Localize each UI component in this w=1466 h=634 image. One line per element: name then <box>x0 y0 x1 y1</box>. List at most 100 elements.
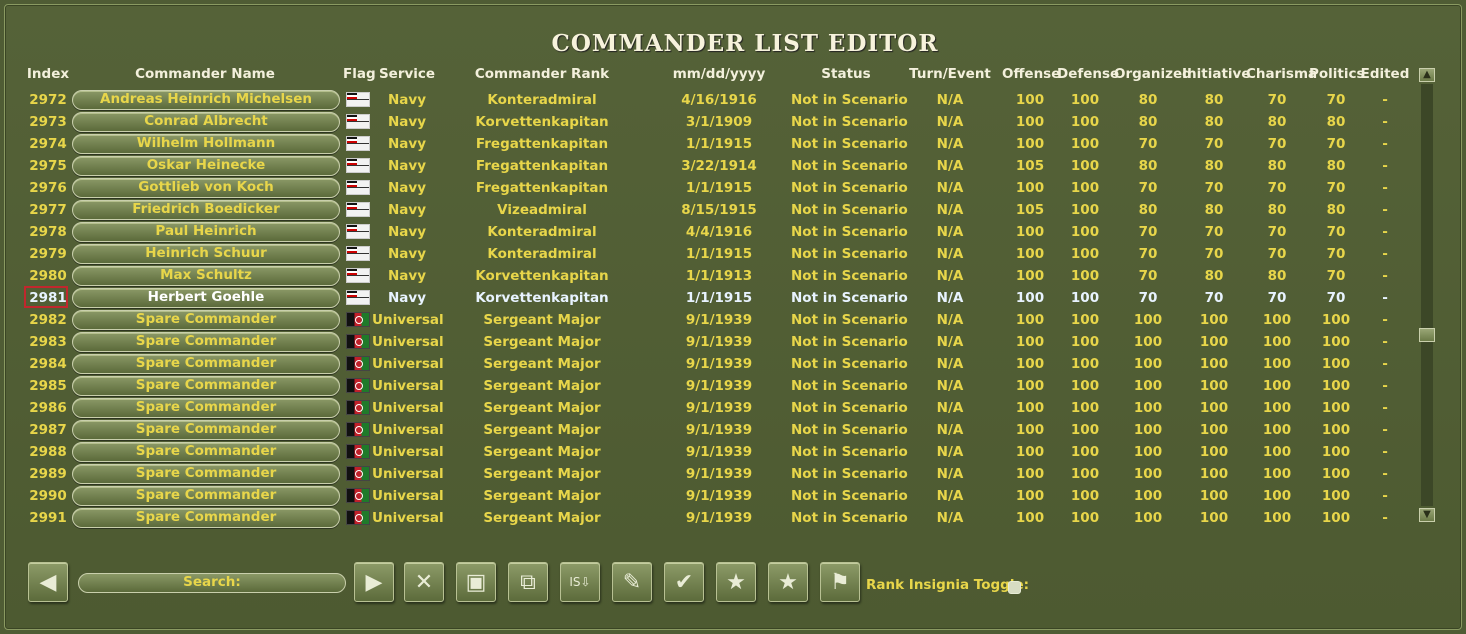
afghanistan-flag-icon <box>346 422 370 437</box>
is-arrow-icon: IS⇩ <box>569 575 591 589</box>
commander-name-button[interactable]: Wilhelm Hollmann <box>72 134 340 154</box>
afghanistan-flag-icon <box>346 444 370 459</box>
commander-name-button[interactable]: Spare Commander <box>72 376 340 396</box>
star-left-button[interactable]: ★ <box>768 562 808 602</box>
table-row[interactable]: 2989 Spare Commander Universal Sergeant Maj… <box>0 463 1420 485</box>
cell-service: Universal <box>372 356 444 372</box>
header-defense[interactable]: Defense <box>1057 66 1119 84</box>
table-row[interactable]: 2982 Spare Commander Universal Sergeant Maj… <box>0 309 1420 331</box>
commander-name-button[interactable]: Oskar Heinecke <box>72 156 340 176</box>
table-row[interactable]: 2990 Spare Commander Universal Sergeant Maj… <box>0 485 1420 507</box>
cell-offense: 100 <box>1015 400 1045 416</box>
cell-rank: Sergeant Major <box>483 312 601 328</box>
scrollbar[interactable]: ▲ ▼ <box>1419 68 1435 522</box>
commander-name-button[interactable]: Conrad Albrecht <box>72 112 340 132</box>
commander-name-button[interactable]: Paul Heinrich <box>72 222 340 242</box>
scroll-down-icon[interactable]: ▼ <box>1419 508 1435 522</box>
scroll-thumb[interactable] <box>1419 328 1435 342</box>
table-row[interactable]: 2988 Spare Commander Universal Sergeant Maj… <box>0 441 1420 463</box>
commander-name-button[interactable]: Gottlieb von Koch <box>72 178 340 198</box>
cell-initiative: 100 <box>1199 312 1229 328</box>
cell-index: 2981 <box>29 290 67 306</box>
commander-name-button[interactable]: Friedrich Boedicker <box>72 200 340 220</box>
rank-insignia-checkbox[interactable] <box>1008 581 1021 594</box>
commander-name-button[interactable]: Andreas Heinrich Michelsen <box>72 90 340 110</box>
table-row[interactable]: 2974 Wilhelm Hollmann Navy Fregattenkapitan… <box>0 133 1420 155</box>
commander-name-button[interactable]: Spare Commander <box>72 486 340 506</box>
commander-name-button[interactable]: Spare Commander <box>72 442 340 462</box>
cell-edited: - <box>1382 92 1388 108</box>
header-status[interactable]: Status <box>791 66 901 84</box>
cell-defense: 100 <box>1070 400 1100 416</box>
table-row[interactable]: 2983 Spare Commander Universal Sergeant Maj… <box>0 331 1420 353</box>
header-flag[interactable]: Flag <box>343 66 376 84</box>
table-row[interactable]: 2991 Spare Commander Universal Sergeant Maj… <box>0 507 1420 529</box>
table-row[interactable]: 2987 Spare Commander Universal Sergeant Maj… <box>0 419 1420 441</box>
prev-button[interactable]: ◀ <box>28 562 68 602</box>
commander-name-button[interactable]: Spare Commander <box>72 310 340 330</box>
table-row[interactable]: 2977 Friedrich Boedicker Navy Vizeadmiral 8/… <box>0 199 1420 221</box>
header-charisma[interactable]: Charisma <box>1246 66 1317 84</box>
edit-button[interactable]: ✎ <box>612 562 652 602</box>
table-row[interactable]: 2986 Spare Commander Universal Sergeant Maj… <box>0 397 1420 419</box>
confirm-button[interactable]: ✔ <box>664 562 704 602</box>
flag-button[interactable]: ⚑ <box>820 562 860 602</box>
table-row[interactable]: 2978 Paul Heinrich Navy Konteradmiral 4/4/19… <box>0 221 1420 243</box>
table-row[interactable]: 2976 Gottlieb von Koch Navy Fregattenkapita… <box>0 177 1420 199</box>
commander-name-button[interactable]: Heinrich Schuur <box>72 244 340 264</box>
header-edited[interactable]: Edited <box>1360 66 1410 84</box>
cell-date: 1/1/1915 <box>685 290 753 306</box>
commander-name-button[interactable]: Spare Commander <box>72 420 340 440</box>
cell-turn: N/A <box>936 224 964 240</box>
cell-charisma: 70 <box>1267 290 1287 306</box>
table-row[interactable]: 2973 Conrad Albrecht Navy Korvettenkapitan 3… <box>0 111 1420 133</box>
table-row[interactable]: 2985 Spare Commander Universal Sergeant Maj… <box>0 375 1420 397</box>
table-row[interactable]: 2972 Andreas Heinrich Michelsen Navy Konter… <box>0 89 1420 111</box>
commander-name-button[interactable]: Max Schultz <box>72 266 340 286</box>
star-right-button[interactable]: ★ <box>716 562 756 602</box>
commander-name-button[interactable]: Spare Commander <box>72 398 340 418</box>
header-name[interactable]: Commander Name <box>72 66 338 84</box>
cell-politics: 70 <box>1326 92 1346 108</box>
table-row[interactable]: 2979 Heinrich Schuur Navy Konteradmiral 1/1/… <box>0 243 1420 265</box>
cell-status: Not in Scenario <box>791 312 908 328</box>
cell-offense: 100 <box>1015 444 1045 460</box>
table-row[interactable]: 2984 Spare Commander Universal Sergeant Maj… <box>0 353 1420 375</box>
next-button[interactable]: ▶ <box>354 562 394 602</box>
cell-politics: 100 <box>1321 422 1351 438</box>
is-down-button[interactable]: IS⇩ <box>560 562 600 602</box>
header-service[interactable]: Service <box>372 66 442 84</box>
header-turn[interactable]: Turn/Event <box>905 66 995 84</box>
delete-button[interactable]: ✕ <box>404 562 444 602</box>
paste-button[interactable]: ⧉ <box>508 562 548 602</box>
table-row[interactable]: 2975 Oskar Heinecke Navy Fregattenkapitan 3/… <box>0 155 1420 177</box>
header-date[interactable]: mm/dd/yyyy <box>669 66 769 84</box>
commander-name-button[interactable]: Spare Commander <box>72 354 340 374</box>
scroll-track[interactable] <box>1421 84 1433 506</box>
cell-index: 2982 <box>29 312 67 328</box>
cell-organized: 100 <box>1133 400 1163 416</box>
table-row[interactable]: 2981 Herbert Goehle Navy Korvettenkapitan 1/… <box>0 286 1420 309</box>
commander-name-button[interactable]: Spare Commander <box>72 508 340 528</box>
cell-organized: 70 <box>1138 268 1158 284</box>
table-row[interactable]: 2980 Max Schultz Navy Korvettenkapitan 1/1/1… <box>0 265 1420 287</box>
header-organized[interactable]: Organized <box>1114 66 1192 84</box>
cell-index: 2990 <box>29 488 67 504</box>
header-initiative[interactable]: Initiative <box>1182 66 1251 84</box>
cell-edited: - <box>1382 334 1388 350</box>
search-input[interactable]: Search: <box>78 573 346 593</box>
scroll-up-icon[interactable]: ▲ <box>1419 68 1435 82</box>
cell-initiative: 100 <box>1199 466 1229 482</box>
header-index[interactable]: Index <box>26 66 70 84</box>
commander-name-button[interactable]: Herbert Goehle <box>72 288 340 308</box>
copy-button[interactable]: ▣ <box>456 562 496 602</box>
commander-name-button[interactable]: Spare Commander <box>72 332 340 352</box>
cell-status: Not in Scenario <box>791 334 908 350</box>
cell-initiative: 100 <box>1199 334 1229 350</box>
cell-edited: - <box>1382 466 1388 482</box>
cell-offense: 100 <box>1015 224 1045 240</box>
commander-name-button[interactable]: Spare Commander <box>72 464 340 484</box>
header-rank[interactable]: Commander Rank <box>467 66 617 84</box>
header-offense[interactable]: Offense <box>1002 66 1060 84</box>
header-politics[interactable]: Politics <box>1309 66 1365 84</box>
